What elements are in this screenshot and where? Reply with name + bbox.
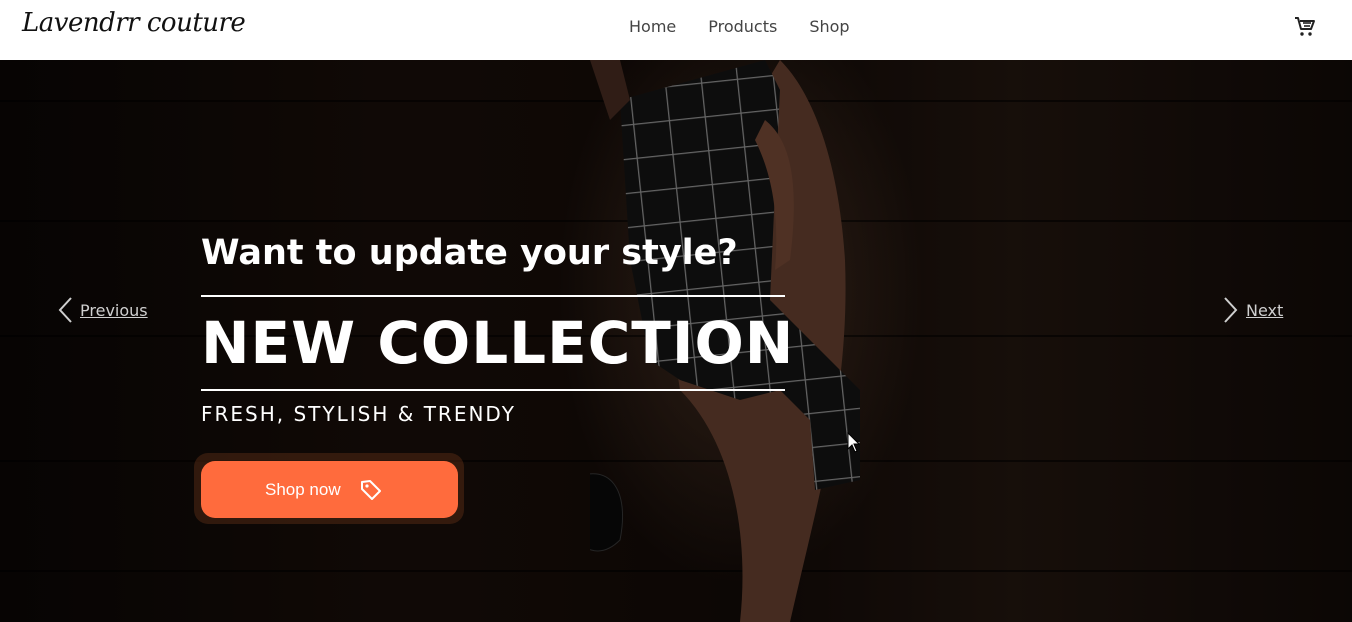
navbar: Lavendrr couture Home Products Shop — [0, 0, 1352, 60]
tag-icon — [360, 479, 381, 500]
hero-headline: NEW COLLECTION — [201, 309, 795, 377]
nav-products[interactable]: Products — [708, 17, 777, 36]
mouse-cursor-icon — [847, 432, 861, 453]
main-nav: Home Products Shop — [629, 17, 850, 36]
shop-now-label: Shop now — [265, 479, 341, 499]
hero-copy: Want to update your style? NEW COLLECTIO… — [201, 230, 801, 426]
hero-subline: FRESH, STYLISH & TRENDY — [201, 402, 516, 426]
hero-tagline: Want to update your style? — [201, 233, 738, 273]
previous-label: Previous — [80, 300, 148, 320]
nav-home[interactable]: Home — [629, 17, 676, 36]
chevron-right-icon — [1224, 297, 1238, 323]
nav-shop[interactable]: Shop — [809, 17, 849, 36]
divider-bottom — [201, 389, 785, 391]
shopping-cart-icon[interactable] — [1293, 15, 1317, 39]
chevron-left-icon — [58, 297, 72, 323]
carousel-next[interactable]: Next — [1222, 296, 1283, 324]
brand-logo[interactable]: Lavendrr couture — [22, 8, 246, 38]
carousel-previous[interactable]: Previous — [56, 296, 148, 324]
hero-carousel: Previous Next Want to update your style?… — [0, 60, 1352, 622]
shop-now-button[interactable]: Shop now — [201, 461, 458, 518]
next-label: Next — [1246, 300, 1284, 320]
